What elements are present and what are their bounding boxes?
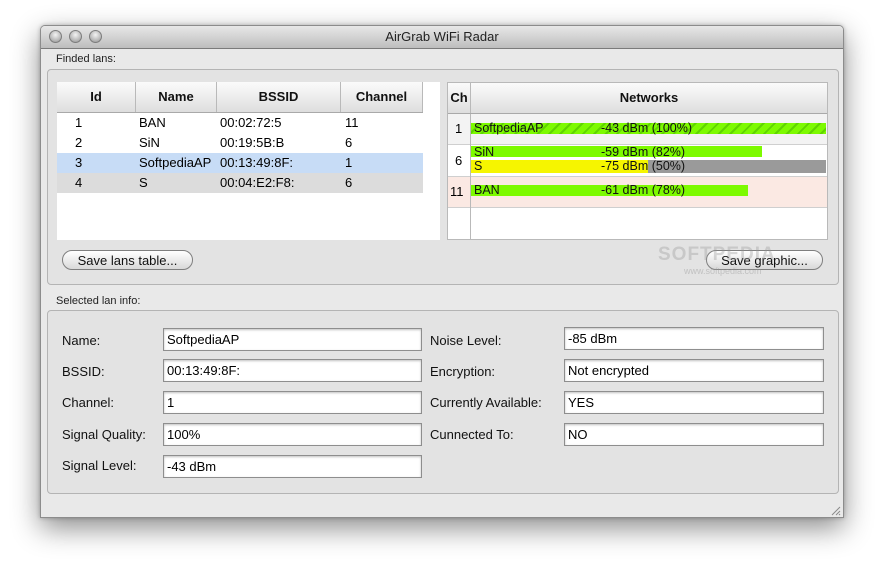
table-row[interactable]: 2 SiN 00:19:5B:B 6 <box>57 133 423 153</box>
table-row-selected[interactable]: 3 SoftpediaAP 00:13:49:8F: 1 <box>57 153 423 173</box>
currently-available-label: Currently Available: <box>430 395 542 410</box>
col-bssid-header[interactable]: BSSID <box>217 82 341 112</box>
row-name: S <box>139 175 148 190</box>
noise-level-label: Noise Level: <box>430 333 502 348</box>
bssid-label: BSSID: <box>62 364 105 379</box>
bssid-field[interactable]: 00:13:49:8F: <box>163 359 422 382</box>
main-window: AirGrab WiFi Radar Finded lans: Id Name … <box>40 25 844 518</box>
signal-bar-name: S <box>474 159 483 173</box>
signal-level-label: Signal Level: <box>62 458 137 473</box>
connected-to-field[interactable]: NO <box>564 423 824 446</box>
row-id: 3 <box>75 155 83 170</box>
channel-label: Channel: <box>62 395 115 410</box>
row-channel: 1 <box>345 155 353 170</box>
col-networks-header: Networks <box>619 90 679 105</box>
connected-to-label: Cunnected To: <box>430 427 514 442</box>
signal-bar-name: BAN <box>474 183 500 197</box>
row-bssid: 00:02:72:5 <box>220 115 282 130</box>
finded-lans-group: Id Name BSSID Channel 1 BAN 00:02:72:5 1… <box>47 69 839 285</box>
col-id-header[interactable]: Id <box>57 82 136 112</box>
signal-bar-value: -75 dBm (50%) <box>601 159 686 173</box>
row-channel: 6 <box>345 135 353 150</box>
name-field[interactable]: SoftpediaAP <box>163 328 422 351</box>
row-channel: 11 <box>345 115 359 130</box>
col-channel-header[interactable]: Channel <box>341 82 423 112</box>
selected-lan-info-label: Selected lan info: <box>56 295 141 307</box>
col-name-header[interactable]: Name <box>136 82 217 112</box>
row-bssid: 00:04:E2:F8: <box>220 175 295 190</box>
row-name: BAN <box>139 115 166 130</box>
window-title: AirGrab WiFi Radar <box>385 29 499 44</box>
finded-lans-label: Finded lans: <box>56 53 116 65</box>
row-id: 2 <box>75 135 83 150</box>
row-id: 1 <box>75 115 83 130</box>
signal-quality-label: Signal Quality: <box>62 427 146 442</box>
signal-bar-value: -61 dBm (78%) <box>601 183 686 197</box>
signal-quality-field[interactable]: 100% <box>163 423 422 446</box>
table-row[interactable]: 4 S 00:04:E2:F8: 6 <box>57 173 423 193</box>
col-ch-header: Ch <box>448 83 471 113</box>
signal-bar-value: -59 dBm (82%) <box>601 145 686 159</box>
resize-grip-icon[interactable] <box>829 503 841 516</box>
save-lans-table-button[interactable]: Save lans table... <box>62 250 193 270</box>
encryption-field[interactable]: Not encrypted <box>564 359 824 382</box>
title-bar[interactable]: AirGrab WiFi Radar <box>41 26 843 49</box>
row-id: 4 <box>75 175 83 190</box>
signal-bar-name: SiN <box>474 145 495 159</box>
channel-number: 6 <box>455 153 463 168</box>
channel-number: 11 <box>450 184 464 199</box>
signal-bar-value: -43 dBm (100%) <box>601 121 693 135</box>
signal-level-field[interactable]: -43 dBm <box>163 455 422 478</box>
softpedia-watermark-url: www.softpedia.com <box>684 266 762 276</box>
row-channel: 6 <box>345 175 353 190</box>
noise-level-field[interactable]: -85 dBm <box>564 327 824 350</box>
currently-available-field[interactable]: YES <box>564 391 824 414</box>
signal-bar-name: SoftpediaAP <box>474 121 544 135</box>
networks-graph-header: Ch Networks <box>448 83 827 114</box>
row-bssid: 00:13:49:8F: <box>220 155 293 170</box>
row-name: SoftpediaAP <box>139 155 212 170</box>
channel-field[interactable]: 1 <box>163 391 422 414</box>
softpedia-watermark: SOFTPEDIA <box>658 244 776 265</box>
row-bssid: 00:19:5B:B <box>220 135 285 150</box>
row-name: SiN <box>139 135 160 150</box>
lans-table-header: Id Name BSSID Channel <box>57 82 423 113</box>
selected-lan-info-group: Name: SoftpediaAP BSSID: 00:13:49:8F: Ch… <box>47 310 839 494</box>
lans-table[interactable]: Id Name BSSID Channel 1 BAN 00:02:72:5 1… <box>57 82 440 240</box>
encryption-label: Encryption: <box>430 364 496 379</box>
name-label: Name: <box>62 333 101 348</box>
channel-number: 1 <box>455 121 463 136</box>
table-row[interactable]: 1 BAN 00:02:72:5 11 <box>57 113 423 133</box>
networks-graph[interactable]: Ch Networks 1 6 11 SoftpediaAP -43 dBm (… <box>447 82 828 240</box>
